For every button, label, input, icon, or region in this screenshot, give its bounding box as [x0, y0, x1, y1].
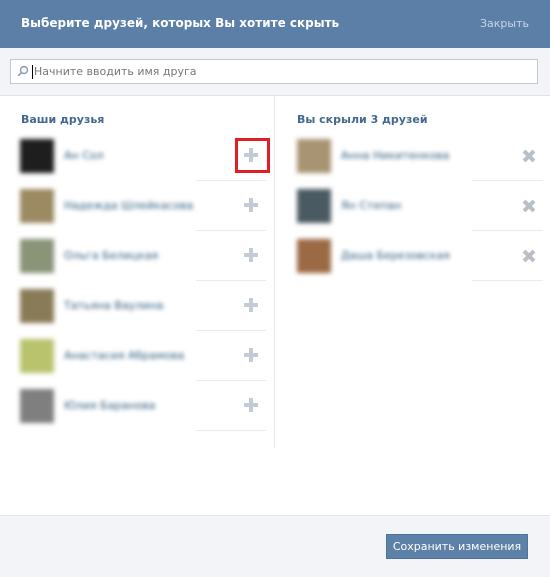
friend-name[interactable]: Надежда Шлейкасова — [64, 199, 193, 212]
hidden-friend-row: Анна Никитенкова — [289, 131, 543, 181]
friend-name[interactable]: Анна Никитенкова — [341, 149, 449, 162]
friends-column-title: Ваши друзья — [21, 113, 105, 126]
avatar — [20, 289, 54, 323]
save-changes-button[interactable]: Сохранить изменения — [386, 534, 528, 559]
avatar — [297, 189, 331, 223]
remove-friend-cross-icon[interactable] — [523, 150, 535, 162]
dialog-title: Выберите друзей, которых Вы хотите скрыт… — [21, 16, 340, 30]
dialog-footer: Сохранить изменения — [0, 515, 550, 577]
add-friend-plus-icon[interactable] — [244, 198, 258, 212]
friend-row: Надежда Шлейкасова — [12, 181, 266, 231]
close-link[interactable]: Закрыть — [480, 17, 529, 30]
friend-row: Ольга Белицкая — [12, 231, 266, 281]
friend-name[interactable]: Анастасия Абрамова — [64, 349, 184, 362]
friend-name[interactable]: Ян Степан — [341, 199, 401, 212]
remove-friend-cross-icon[interactable] — [523, 200, 535, 212]
hidden-friend-row: Даша Березовская — [289, 231, 543, 281]
avatar — [297, 139, 331, 173]
friend-row: Анастасия Абрамова — [12, 331, 266, 381]
highlight-box — [235, 138, 270, 173]
avatar — [297, 239, 331, 273]
add-friend-plus-icon[interactable] — [244, 248, 258, 262]
hidden-column-title: Вы скрыли 3 друзей — [297, 113, 428, 126]
friend-name[interactable]: Юлия Баранова — [64, 399, 155, 412]
avatar — [20, 189, 54, 223]
avatar — [20, 239, 54, 273]
friend-row: Ан Сол — [12, 131, 270, 181]
friend-search-input[interactable] — [34, 62, 529, 81]
friend-name[interactable]: Татьяна Ваулина — [64, 299, 163, 312]
avatar — [20, 389, 54, 423]
add-friend-plus-icon[interactable] — [244, 298, 258, 312]
avatar — [20, 339, 54, 373]
search-icon — [17, 65, 29, 77]
friend-row: Юлия Баранова — [12, 381, 266, 431]
friend-row: Татьяна Ваулина — [12, 281, 266, 331]
avatar — [20, 139, 54, 173]
hidden-friend-row: Ян Степан — [289, 181, 543, 231]
add-friend-plus-icon[interactable] — [244, 348, 258, 362]
friend-name[interactable]: Даша Березовская — [341, 249, 450, 262]
hidden-friends-list: Анна Никитенкова Ян Степан Даша Березовска… — [289, 131, 543, 281]
friends-list: Ан Сол Надежда Шлейкасова Ольга Белицкая Та… — [12, 131, 270, 431]
add-friend-plus-icon[interactable] — [244, 398, 258, 412]
remove-friend-cross-icon[interactable] — [523, 250, 535, 262]
dialog-header: Выберите друзей, которых Вы хотите скрыт… — [0, 0, 550, 48]
search-area — [0, 48, 550, 96]
column-divider — [274, 96, 275, 448]
search-box[interactable] — [10, 59, 538, 84]
text-caret — [32, 65, 33, 79]
friend-name[interactable]: Ан Сол — [64, 149, 104, 162]
friend-name[interactable]: Ольга Белицкая — [64, 249, 158, 262]
